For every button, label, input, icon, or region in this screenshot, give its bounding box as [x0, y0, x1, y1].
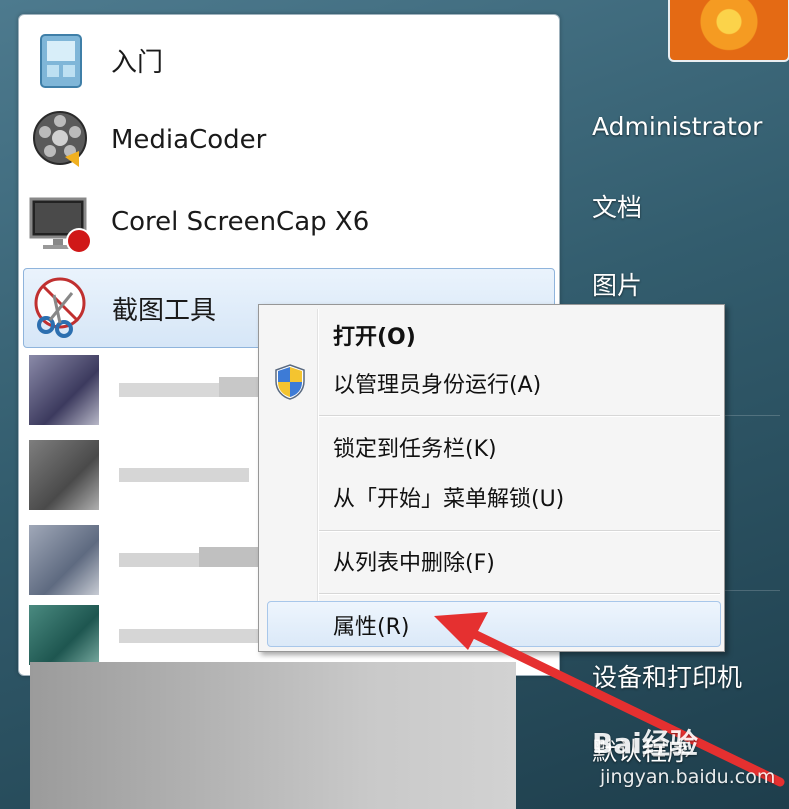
program-getting-started[interactable]: 入门: [23, 21, 553, 99]
right-item-documents[interactable]: 文档: [592, 188, 642, 224]
menu-item-remove-from-list[interactable]: 从列表中删除(F): [333, 545, 495, 577]
user-picture[interactable]: [668, 0, 789, 62]
menu-item-run-as-admin[interactable]: 以管理员身份运行(A): [333, 367, 541, 399]
menu-icon-gutter: [317, 309, 319, 647]
snipping-tool-icon: [34, 277, 86, 338]
menu-separator: [319, 415, 720, 417]
menu-item-unpin-start-menu[interactable]: 从「开始」菜单解锁(U): [333, 481, 564, 513]
right-item-pictures[interactable]: 图片: [592, 266, 642, 302]
menu-item-pin-to-taskbar[interactable]: 锁定到任务栏(K): [333, 431, 497, 463]
search-area: [30, 662, 516, 809]
getting-started-icon: [40, 34, 82, 88]
program-label: Corel ScreenCap X6: [111, 207, 370, 237]
program-label: 截图工具: [112, 295, 217, 326]
baidu-watermark: Bai经验 jingyan.baidu.com: [592, 722, 782, 802]
program-label: MediaCoder: [111, 125, 267, 155]
watermark-brand: Bai经验: [592, 727, 698, 760]
menu-item-open[interactable]: 打开(O): [333, 319, 416, 351]
screencap-icon: [29, 197, 92, 254]
mediacoder-icon: [33, 111, 87, 167]
menu-separator: [319, 593, 720, 595]
watermark-url: jingyan.baidu.com: [600, 766, 776, 788]
menu-item-properties[interactable]: 属性(R): [333, 609, 409, 641]
menu-separator: [319, 530, 720, 532]
right-item-devices-printers[interactable]: 设备和打印机: [592, 658, 742, 694]
program-label: 入门: [111, 47, 164, 78]
program-corel-screencap[interactable]: Corel ScreenCap X6: [23, 183, 553, 261]
right-item-administrator[interactable]: Administrator: [592, 112, 762, 141]
program-mediacoder[interactable]: MediaCoder: [23, 101, 553, 179]
context-menu: 打开(O) 以管理员身份运行(A) 锁定到任务栏(K) 从「开始」菜单解锁(U)…: [258, 304, 725, 652]
uac-shield-icon: [275, 364, 305, 400]
